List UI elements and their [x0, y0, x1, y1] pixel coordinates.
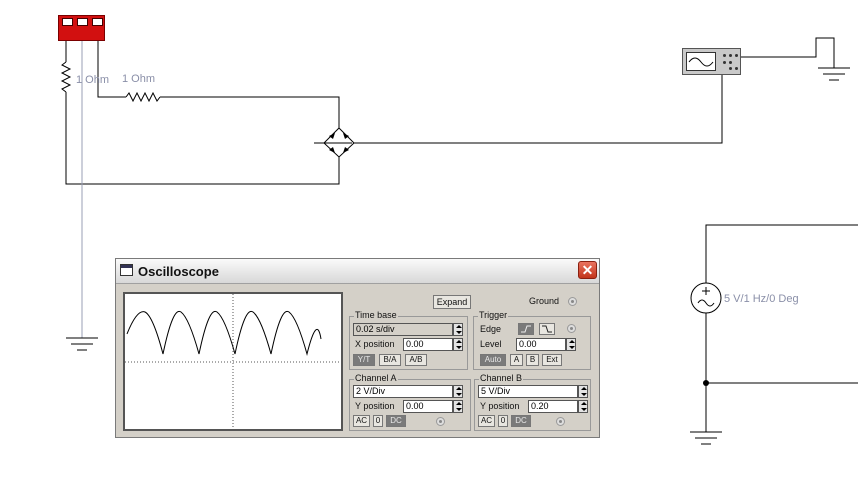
- level-spinner[interactable]: [566, 338, 576, 351]
- channel-b-y-position-label: Y position: [480, 401, 520, 411]
- wire-scope-ground: [741, 37, 835, 68]
- channel-a-y-position-field[interactable]: 0.00: [403, 400, 453, 413]
- resistor-2-label: 1 Ohm: [122, 73, 156, 85]
- time-base-spinner[interactable]: [453, 323, 463, 336]
- oscilloscope-titlebar[interactable]: Oscilloscope ✕: [116, 259, 599, 284]
- meter-port-left-icon: [62, 18, 73, 26]
- channel-b-scale-spinner[interactable]: [578, 385, 588, 398]
- edge-rising-button[interactable]: [518, 323, 534, 335]
- scope-screen-icon: [686, 52, 716, 71]
- channel-a-y-position-spinner[interactable]: [453, 400, 463, 413]
- channel-b-zero-button[interactable]: 0: [498, 415, 508, 427]
- oscilloscope-window: Oscilloscope ✕ Expand Ground Time base 0…: [115, 258, 600, 438]
- trigger-label: Trigger: [478, 310, 509, 320]
- mode-yt-button[interactable]: Y/T: [353, 354, 375, 366]
- wire-bridge-top: [160, 96, 340, 128]
- channel-a-label: Channel A: [354, 373, 398, 383]
- resistor-1: [60, 61, 72, 93]
- wire-source-top: [705, 224, 858, 283]
- channel-a-ac-button[interactable]: AC: [353, 415, 370, 427]
- falling-edge-icon: [542, 325, 552, 333]
- channel-a-scale-spinner[interactable]: [453, 385, 463, 398]
- source-label: 5 V/1 Hz/0 Deg: [724, 293, 799, 305]
- trigger-b-button[interactable]: B: [526, 354, 539, 366]
- window-icon: [120, 264, 133, 276]
- channel-a-dc-button[interactable]: DC: [386, 415, 406, 427]
- waveform-trace: [126, 310, 322, 356]
- edge-falling-button[interactable]: [539, 323, 555, 335]
- channel-b-label: Channel B: [479, 373, 524, 383]
- x-position-field[interactable]: 0.00: [403, 338, 453, 351]
- junction-dot: [703, 380, 709, 386]
- trigger-a-button[interactable]: A: [510, 354, 523, 366]
- channel-a-terminal[interactable]: [436, 417, 445, 426]
- wire-left-loop: [65, 92, 340, 185]
- rising-edge-icon: [521, 325, 531, 333]
- channel-b-scale-field[interactable]: 5 V/Div: [478, 385, 578, 398]
- mode-ba-button[interactable]: B/A: [379, 354, 401, 366]
- oscilloscope-title: Oscilloscope: [138, 264, 219, 279]
- ac-source-symbol: [690, 282, 722, 314]
- resistor-2: [125, 91, 161, 103]
- time-base-field[interactable]: 0.02 s/div: [353, 323, 453, 336]
- oscilloscope-instrument-icon[interactable]: [682, 48, 741, 75]
- expand-button[interactable]: Expand: [433, 295, 471, 309]
- wire-bridge-right: [354, 75, 723, 144]
- ground-label: Ground: [529, 296, 560, 306]
- scope-display: [123, 292, 343, 431]
- trigger-auto-button[interactable]: Auto: [480, 354, 506, 366]
- channel-a-scale-field[interactable]: 2 V/Div: [353, 385, 453, 398]
- edge-label: Edge: [480, 324, 502, 334]
- channel-b-y-position-field[interactable]: 0.20: [528, 400, 578, 413]
- level-label: Level: [480, 339, 502, 349]
- meter-port-mid-icon: [77, 18, 88, 26]
- close-button[interactable]: ✕: [578, 261, 597, 279]
- channel-b-y-position-spinner[interactable]: [578, 400, 588, 413]
- x-position-spinner[interactable]: [453, 338, 463, 351]
- x-position-label: X position: [355, 339, 395, 349]
- trigger-terminal[interactable]: [567, 324, 576, 333]
- channel-a-zero-button[interactable]: 0: [373, 415, 383, 427]
- mode-ab-button[interactable]: A/B: [405, 354, 427, 366]
- ground-terminal[interactable]: [568, 297, 577, 306]
- channel-b-dc-button[interactable]: DC: [511, 415, 531, 427]
- level-field[interactable]: 0.00: [516, 338, 566, 351]
- meter-port-right-icon: [92, 18, 103, 26]
- channel-b-ac-button[interactable]: AC: [478, 415, 495, 427]
- multimeter-instrument[interactable]: [58, 15, 105, 41]
- trigger-ext-button[interactable]: Ext: [542, 354, 562, 366]
- wire-meter-right: [97, 40, 126, 98]
- time-base-label: Time base: [354, 310, 398, 320]
- channel-a-y-position-label: Y position: [355, 401, 395, 411]
- channel-b-terminal[interactable]: [556, 417, 565, 426]
- resistor-1-label: 1 Ohm: [76, 74, 110, 86]
